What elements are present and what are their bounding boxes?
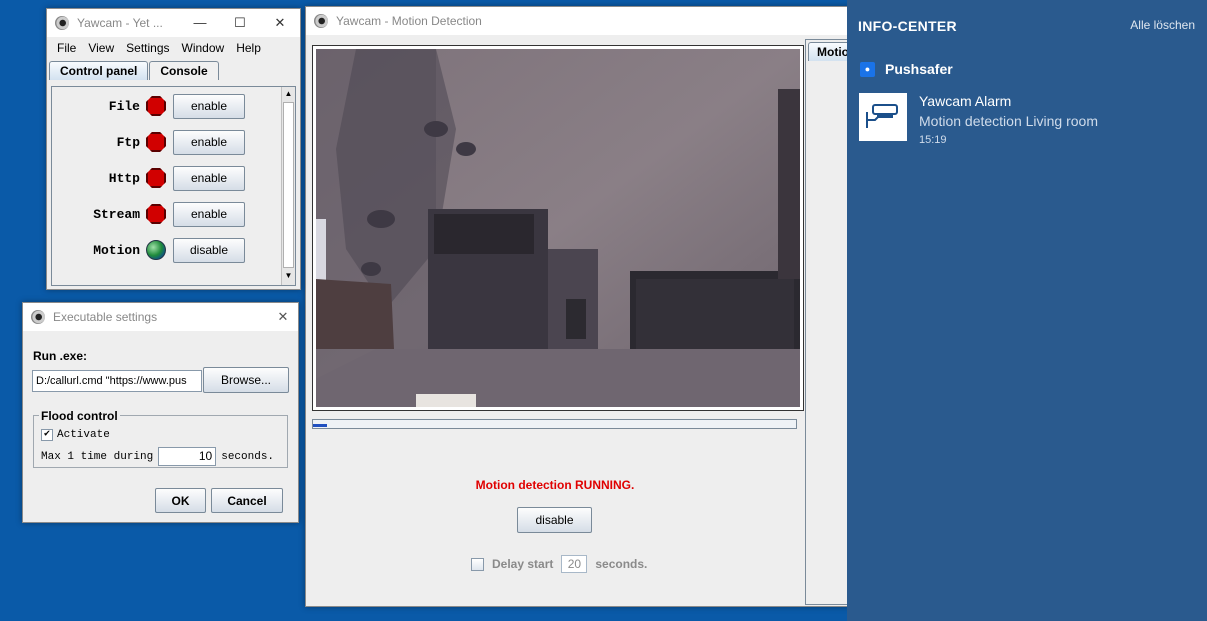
menu-help[interactable]: Help — [230, 41, 267, 55]
run-exe-label: Run .exe: — [33, 349, 88, 363]
camera-icon — [859, 93, 907, 141]
motion-level-fill — [313, 424, 328, 427]
output-label: Ftp — [116, 134, 140, 150]
browse-button[interactable]: Browse... — [203, 367, 289, 393]
title-bar[interactable]: Yawcam - Motion Detection — [306, 7, 852, 35]
flood-control-group: Flood control ✔ Activate Max 1 time duri… — [33, 409, 288, 468]
menu-bar: File View Settings Window Help — [47, 37, 300, 59]
stop-icon — [146, 96, 166, 116]
max-time-input[interactable]: 10 — [158, 447, 217, 466]
motion-level-bar — [312, 419, 797, 429]
stop-icon — [146, 168, 166, 188]
delay-start-input[interactable]: 20 — [561, 555, 588, 573]
notification-title: Yawcam Alarm — [919, 93, 1012, 109]
window-title: Executable settings — [53, 310, 158, 324]
output-label: Http — [108, 170, 140, 186]
stop-icon — [146, 204, 166, 224]
seconds-label: seconds. — [221, 450, 275, 463]
notification-card[interactable]: Yawcam Alarm Motion detection Living roo… — [847, 77, 1207, 146]
yawcam-logo-icon — [31, 310, 45, 324]
delay-start-row: Delay start 20 seconds. — [471, 555, 647, 573]
close-icon[interactable]: ✕ — [268, 309, 298, 325]
scroll-down-icon[interactable]: ▼ — [282, 269, 295, 283]
tab-bar: Control panel Console — [47, 61, 300, 80]
delay-seconds-label: seconds. — [595, 557, 648, 571]
app-name: Pushsafer — [885, 61, 953, 77]
activate-row: ✔ Activate — [41, 429, 110, 441]
http-toggle-button[interactable]: enable — [173, 165, 245, 191]
output-label: Stream — [93, 206, 140, 222]
app-header[interactable]: ● Pushsafer — [847, 34, 1207, 77]
scroll-up-icon[interactable]: ▲ — [282, 87, 295, 101]
ftp-toggle-button[interactable]: enable — [173, 129, 245, 155]
motion-detection-window: Yawcam - Motion Detection Motio Motion d… — [305, 6, 858, 607]
output-row-file: File enable — [52, 92, 280, 120]
stop-icon — [146, 132, 166, 152]
scroll-thumb[interactable] — [283, 102, 294, 268]
title-bar[interactable]: Executable settings ✕ — [23, 303, 298, 331]
activate-label: Activate — [57, 429, 110, 441]
notification-time: 15:19 — [919, 134, 947, 146]
scrollbar[interactable]: ▲ ▼ — [281, 87, 295, 285]
flood-control-title: Flood control — [39, 409, 120, 423]
clear-all-link[interactable]: Alle löschen — [1130, 18, 1195, 34]
output-row-ftp: Ftp enable — [52, 128, 280, 156]
window-title: Yawcam - Yet ... — [77, 16, 163, 30]
run-exe-input[interactable]: D:/callurl.cmd "https://www.pus — [32, 370, 202, 392]
motion-status-text: Motion detection RUNNING. — [475, 478, 635, 492]
max-time-label: Max 1 time during — [41, 450, 154, 463]
motion-toggle-button[interactable]: disable — [173, 237, 245, 263]
window-title: Yawcam - Motion Detection — [336, 14, 482, 28]
ok-button[interactable]: OK — [155, 488, 206, 513]
stream-toggle-button[interactable]: enable — [173, 201, 245, 227]
menu-file[interactable]: File — [51, 41, 82, 55]
cancel-button[interactable]: Cancel — [211, 488, 283, 513]
close-icon[interactable]: ✕ — [260, 15, 300, 31]
camera-view — [316, 49, 800, 407]
info-center-title: INFO-CENTER — [858, 18, 957, 34]
disable-motion-button[interactable]: disable — [517, 507, 592, 533]
yawcam-logo-icon — [55, 16, 69, 30]
executable-settings-window: Executable settings ✕ Run .exe: D:/callu… — [22, 302, 299, 523]
menu-settings[interactable]: Settings — [120, 41, 175, 55]
menu-view[interactable]: View — [82, 41, 120, 55]
output-row-motion: Motion disable — [52, 236, 280, 264]
file-toggle-button[interactable]: enable — [173, 93, 245, 119]
side-panel: Motio — [805, 39, 858, 605]
control-panel-window: Yawcam - Yet ... — ☐ ✕ File View Setting… — [46, 8, 301, 290]
menu-window[interactable]: Window — [176, 41, 231, 55]
title-bar[interactable]: Yawcam - Yet ... — ☐ ✕ — [47, 9, 300, 37]
notification-body: Motion detection Living room — [919, 113, 1098, 129]
tab-control-panel[interactable]: Control panel — [49, 61, 149, 80]
output-row-http: Http enable — [52, 164, 280, 192]
max-time-row: Max 1 time during 10 seconds. — [41, 447, 274, 466]
activate-checkbox[interactable]: ✔ — [41, 429, 53, 441]
camera-frame — [312, 45, 804, 411]
output-label: Motion — [93, 242, 140, 258]
minimize-icon[interactable]: — — [180, 15, 220, 31]
globe-icon — [146, 240, 166, 260]
maximize-icon[interactable]: ☐ — [220, 15, 260, 31]
info-center-panel: INFO-CENTER Alle löschen ● Pushsafer Yaw… — [847, 0, 1207, 621]
delay-start-label: Delay start — [492, 557, 554, 571]
output-row-stream: Stream enable — [52, 200, 280, 228]
notification-text: Yawcam Alarm Motion detection Living roo… — [919, 93, 1098, 146]
delay-start-checkbox[interactable] — [471, 557, 484, 571]
output-label: File — [108, 98, 140, 114]
yawcam-logo-icon — [314, 14, 328, 28]
control-panel-body: ▲ ▼ File enable Ftp enable Http enable Stream e… — [51, 86, 296, 286]
pushsafer-icon: ● — [860, 61, 875, 77]
tab-console[interactable]: Console — [149, 61, 219, 80]
